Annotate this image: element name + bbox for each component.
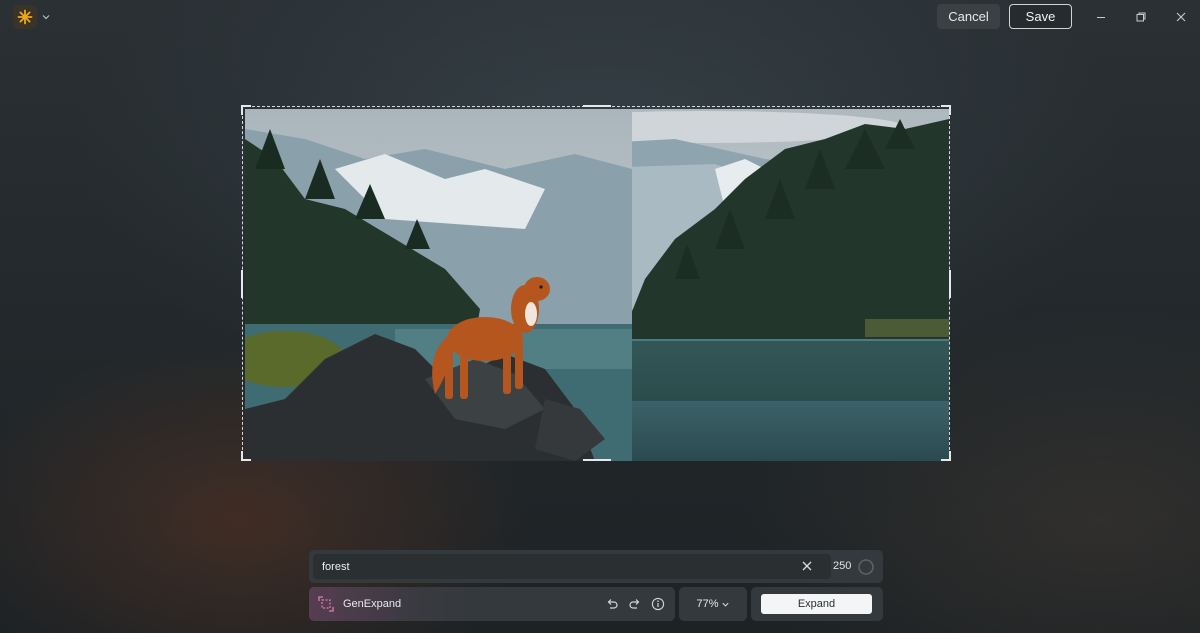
crop-handle-bottom-right[interactable] [941,451,951,461]
chevron-down-icon [721,602,729,607]
minimize-icon[interactable] [1093,9,1109,25]
crop-handle-top-right[interactable] [941,105,951,115]
crop-handle-right[interactable] [949,270,951,298]
chevron-down-icon [42,15,50,20]
crop-handle-bottom-left[interactable] [241,451,251,461]
expand-button[interactable]: Expand [761,594,872,614]
crop-handle-top-left[interactable] [241,105,251,115]
undo-icon[interactable] [604,596,620,612]
original-photo [245,109,632,461]
crop-handle-bottom[interactable] [583,459,611,461]
restore-icon[interactable] [1133,9,1149,25]
prompt-bar [309,550,883,583]
char-counter: 250 [833,560,852,572]
zoom-value: 77% [696,598,719,610]
prompt-input[interactable] [313,554,831,579]
zoom-dropdown[interactable]: 77% [679,587,747,621]
tool-accent [309,587,499,621]
cancel-button[interactable]: Cancel [937,4,1000,29]
save-button[interactable]: Save [1009,4,1072,29]
expand-canvas[interactable] [241,105,951,461]
sparkle-icon [13,5,37,29]
info-icon[interactable] [650,596,666,612]
crop-handle-top[interactable] [583,105,611,107]
app-menu-button[interactable] [13,5,53,29]
redo-icon[interactable] [627,596,643,612]
crop-handle-left[interactable] [241,270,243,298]
title-bar: Cancel Save [0,0,1200,34]
gen-expand-icon [318,596,334,612]
tool-label: GenExpand [343,598,402,610]
close-icon[interactable] [799,558,815,574]
close-icon[interactable] [1173,9,1189,25]
progress-ring-icon [857,558,875,576]
